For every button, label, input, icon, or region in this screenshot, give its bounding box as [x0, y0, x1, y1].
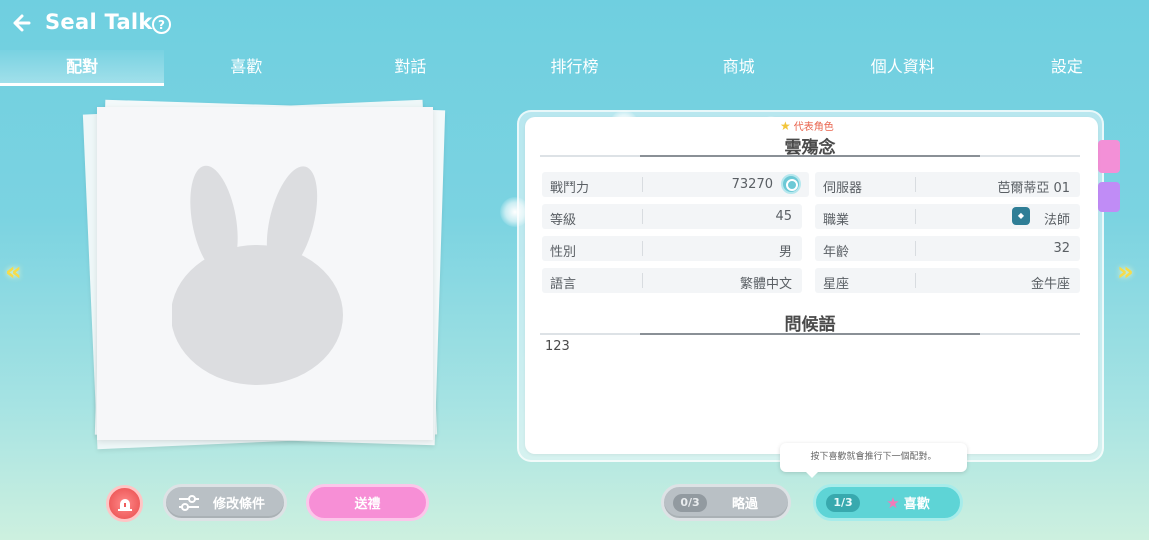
- stat-label: 語言: [550, 277, 577, 292]
- gift-label: 送禮: [354, 497, 381, 512]
- stat-label: 職業: [823, 213, 850, 228]
- stat-job: 職業 法師: [815, 204, 1080, 229]
- skip-label: 略過: [731, 497, 758, 512]
- tab-settings[interactable]: 設定: [985, 50, 1149, 86]
- stat-value: 金牛座: [1030, 277, 1070, 292]
- stat-gender: 性別 男: [542, 236, 802, 261]
- main-tabs: 配對 喜歡 對話 排行榜 商城 個人資料 設定: [0, 50, 1149, 86]
- stat-level: 等級 45: [542, 204, 802, 229]
- search-icon[interactable]: [781, 174, 801, 194]
- like-tooltip: 按下喜歡就會推行下一個配對。: [780, 443, 967, 478]
- tab-shop[interactable]: 商城: [657, 50, 821, 86]
- stat-label: 伺服器: [823, 181, 863, 196]
- sparkle: [610, 110, 638, 138]
- representative-badge: ★ 代表角色: [780, 118, 834, 134]
- skip-button[interactable]: 0/3 略過: [661, 484, 791, 521]
- greeting-text: 123: [545, 339, 570, 354]
- stat-age: 年齡 32: [815, 236, 1080, 261]
- stat-value: 45: [775, 209, 792, 224]
- star-icon: ★: [780, 118, 791, 133]
- stat-label: 星座: [823, 277, 850, 292]
- divider: [540, 333, 1080, 335]
- previous-arrow-icon[interactable]: «: [5, 257, 22, 287]
- stat-power: 戰鬥力 73270: [542, 172, 809, 197]
- stat-value: 繁體中文: [739, 277, 792, 292]
- skip-counter: 0/3: [673, 494, 707, 512]
- divider: [540, 155, 1080, 157]
- filter-button[interactable]: 修改條件: [163, 484, 287, 521]
- stat-value: 法師: [1043, 213, 1070, 228]
- side-tab-pink[interactable]: [1098, 140, 1120, 173]
- stat-label: 等級: [550, 213, 577, 228]
- gift-button[interactable]: 送禮: [306, 484, 429, 521]
- stat-zodiac: 星座 金牛座: [815, 268, 1080, 293]
- stat-language: 語言 繁體中文: [542, 268, 802, 293]
- greeting-title: 問候語: [784, 315, 836, 335]
- stat-value: 芭爾蒂亞 01: [997, 181, 1070, 196]
- mage-class-icon: ◆: [1012, 207, 1030, 225]
- representative-label: 代表角色: [793, 122, 834, 133]
- stat-server: 伺服器 芭爾蒂亞 01: [815, 172, 1080, 197]
- report-button[interactable]: [106, 485, 143, 522]
- photo-card: [82, 95, 446, 455]
- stat-value: 32: [1053, 241, 1070, 256]
- like-label: 喜歡: [903, 497, 930, 512]
- like-button[interactable]: 1/3 ★ 喜歡: [813, 484, 963, 521]
- like-counter: 1/3: [826, 494, 860, 512]
- tab-ranking[interactable]: 排行榜: [492, 50, 656, 86]
- help-icon[interactable]: ?: [152, 15, 171, 34]
- alarm-icon: [117, 498, 132, 511]
- sparkle: [763, 116, 779, 132]
- tab-likes[interactable]: 喜歡: [164, 50, 328, 86]
- tab-chat[interactable]: 對話: [328, 50, 492, 86]
- bunny-placeholder-icon: [172, 165, 343, 385]
- top-bar: Seal Talk ?: [0, 0, 1149, 50]
- side-tab-purple[interactable]: [1098, 182, 1120, 212]
- app-title: Seal Talk: [45, 10, 153, 34]
- stat-label: 戰鬥力: [550, 181, 590, 196]
- stat-value: 73270: [731, 177, 773, 192]
- stat-label: 性別: [550, 245, 577, 260]
- tab-match[interactable]: 配對: [0, 50, 165, 86]
- sparkle: [500, 197, 530, 227]
- stat-label: 年齡: [823, 245, 850, 260]
- next-arrow-icon[interactable]: »: [1117, 257, 1134, 287]
- photo-paper-front: [97, 107, 433, 440]
- tab-profile[interactable]: 個人資料: [821, 50, 985, 86]
- filter-label: 修改條件: [212, 497, 265, 512]
- star-icon: ★: [886, 493, 900, 512]
- filter-icon: [179, 495, 199, 511]
- stat-value: 男: [778, 245, 792, 260]
- back-arrow-icon[interactable]: [10, 12, 32, 34]
